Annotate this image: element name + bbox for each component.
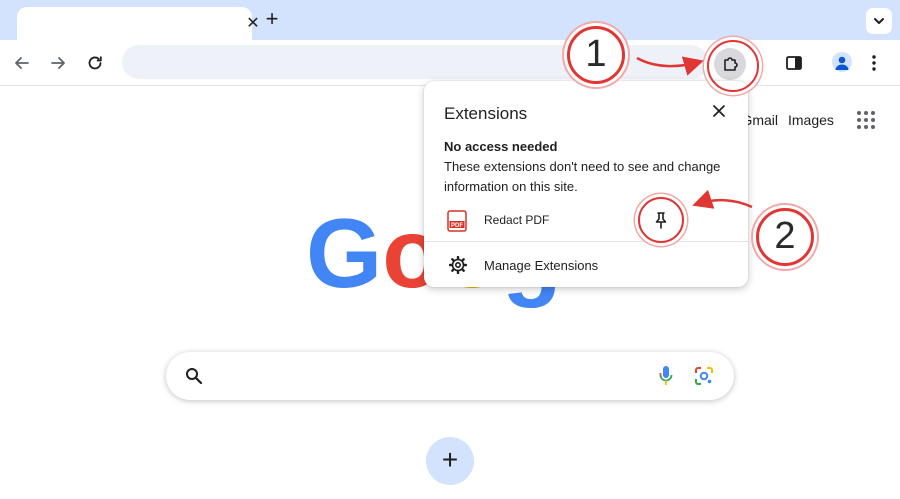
apps-grid-icon[interactable] — [856, 110, 876, 130]
search-box[interactable] — [166, 352, 734, 400]
step-1-badge: 1 — [567, 26, 625, 84]
step-2-badge: 2 — [756, 208, 814, 266]
microphone-icon[interactable] — [659, 365, 673, 387]
search-icon — [186, 368, 203, 385]
kebab-menu-icon[interactable] — [872, 55, 876, 71]
tab-search-button[interactable] — [866, 8, 892, 34]
gear-icon — [449, 256, 467, 274]
lens-icon[interactable] — [694, 366, 714, 386]
new-tab-button[interactable]: + — [262, 8, 282, 30]
gmail-link[interactable]: Gmail — [744, 112, 778, 128]
back-icon[interactable] — [12, 53, 32, 73]
popup-title: Extensions — [444, 104, 528, 123]
reload-icon[interactable] — [85, 53, 105, 73]
browser-toolbar — [0, 40, 900, 86]
highlight-ring-pin — [638, 197, 684, 243]
close-icon[interactable] — [712, 104, 726, 118]
section-heading: No access needed — [444, 139, 558, 154]
browser-tab[interactable]: ✕ — [17, 7, 260, 40]
add-shortcut-button[interactable]: + — [426, 437, 474, 485]
divider — [424, 241, 748, 242]
highlight-ring-extensions — [707, 40, 759, 92]
avatar[interactable] — [832, 52, 852, 72]
tab-strip: ✕ + — [0, 0, 900, 40]
section-description: These extensions don't need to see and c… — [444, 159, 721, 194]
chevron-down-icon — [874, 18, 884, 24]
extension-name[interactable]: Redact PDF — [484, 213, 549, 227]
forward-icon[interactable] — [48, 53, 68, 73]
svg-text:PDF: PDF — [451, 223, 463, 229]
person-icon — [835, 56, 849, 70]
side-panel-icon[interactable] — [786, 56, 802, 70]
extensions-popup: Extensions No access needed These extens… — [424, 81, 748, 287]
images-link[interactable]: Images — [788, 112, 834, 128]
close-icon[interactable]: ✕ — [246, 16, 260, 32]
manage-extensions-link[interactable]: Manage Extensions — [484, 258, 598, 273]
pdf-icon: PDF — [447, 210, 467, 232]
